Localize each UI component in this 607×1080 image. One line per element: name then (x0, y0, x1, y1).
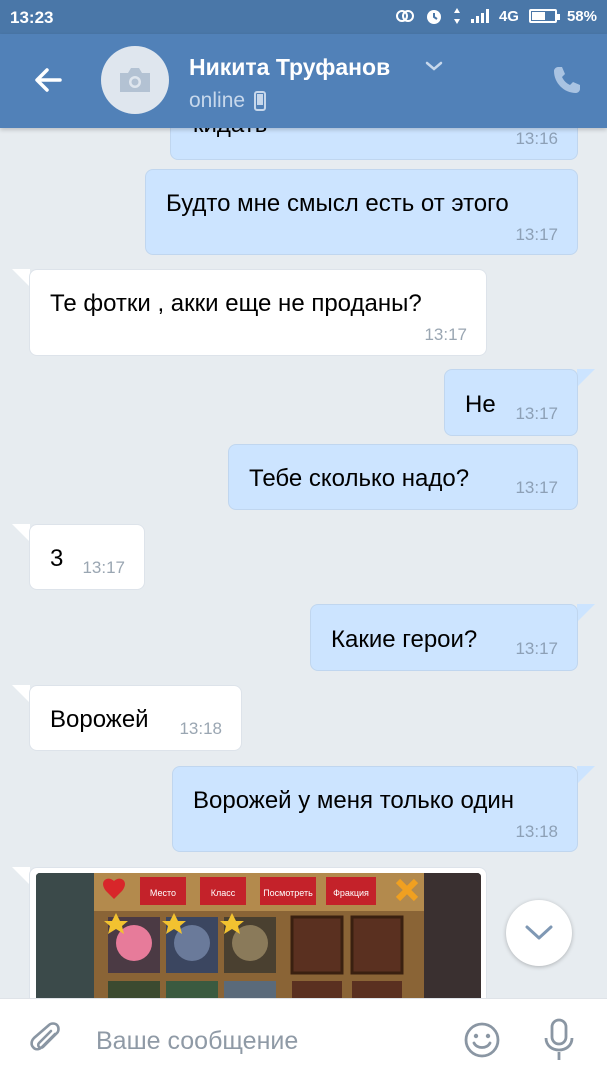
game-tab-view: Посмотреть (263, 888, 313, 898)
message-bubble-incoming[interactable]: Ворожей 13:18 (29, 685, 242, 751)
message-bubble-outgoing[interactable]: Ворожей у меня только один 13:18 (172, 766, 578, 852)
status-bar: 13:23 4G 58% (0, 0, 607, 34)
message-time: 13:17 (515, 404, 558, 423)
game-tab-place: Место (150, 888, 176, 898)
bubble-tail (12, 269, 30, 287)
avatar[interactable] (101, 46, 169, 114)
game-tab-faction: Фракция (333, 888, 369, 898)
camera-icon (120, 68, 150, 92)
message-time: 13:17 (82, 558, 125, 577)
alarm-icon (426, 10, 441, 24)
paperclip-icon[interactable] (28, 1021, 66, 1059)
microphone-icon[interactable] (542, 1018, 576, 1062)
message-text: Те фотки , акки еще не проданы? (50, 290, 422, 317)
network-type: 4G (498, 7, 519, 25)
message-bubble-outgoing[interactable]: Не 13:17 (444, 369, 578, 436)
chevron-down-icon (525, 925, 553, 940)
message-time: 13:16 (515, 129, 558, 148)
message-input[interactable] (96, 1021, 436, 1061)
bubble-tail (12, 867, 30, 885)
message-bubble-incoming[interactable]: 3 13:17 (29, 524, 145, 590)
status-time: 13:23 (10, 8, 54, 27)
message-time: 13:17 (515, 225, 558, 244)
signal-icon (470, 9, 489, 23)
chevron-down-icon[interactable] (425, 59, 443, 73)
scroll-down-button[interactable] (506, 900, 572, 966)
game-screenshot-image[interactable]: Место Класс Посмотреть Фракция (36, 873, 481, 998)
message-text: Ворожей у меня только один (193, 787, 515, 814)
bubble-tail (577, 766, 595, 784)
bubble-tail (12, 524, 30, 542)
status-icons: 4G 58% (395, 7, 597, 25)
data-arrows-icon (453, 8, 460, 24)
message-list[interactable]: кидать 13:16 Будто мне смысл есть от это… (0, 128, 607, 998)
message-text: Какие герои? (331, 626, 478, 653)
message-time: 13:18 (515, 822, 558, 841)
message-text: 3 (50, 545, 64, 572)
phone-icon[interactable] (551, 64, 583, 96)
online-status: online (189, 89, 246, 112)
contact-status: online (189, 89, 267, 113)
mobile-phone-icon (254, 91, 267, 111)
message-composer (0, 998, 607, 1080)
message-time: 13:18 (179, 719, 222, 738)
message-time: 13:17 (424, 325, 467, 344)
message-bubble-incoming[interactable]: Те фотки , акки еще не проданы? 13:17 (29, 269, 487, 356)
arrow-left-icon[interactable] (30, 62, 66, 98)
message-bubble-outgoing[interactable]: Какие герои? 13:17 (310, 604, 578, 671)
bubble-tail (577, 604, 595, 622)
chat-header: Никита Труфанов online (0, 34, 607, 128)
smile-icon[interactable] (463, 1021, 501, 1059)
message-bubble-outgoing[interactable]: кидать 13:16 (170, 128, 578, 160)
battery-icon (528, 9, 560, 23)
message-bubble-outgoing[interactable]: Тебе сколько надо? 13:17 (228, 444, 578, 510)
message-time: 13:17 (515, 478, 558, 497)
message-time: 13:17 (515, 639, 558, 658)
message-bubble-outgoing[interactable]: Будто мне смысл есть от этого 13:17 (145, 169, 578, 255)
message-text: Ворожей (50, 706, 149, 733)
contact-name[interactable]: Никита Труфанов (189, 54, 390, 81)
bubble-tail (577, 369, 595, 387)
message-text: кидать (193, 128, 267, 139)
message-text: Будто мне смысл есть от этого (166, 190, 509, 217)
battery-percent: 58% (566, 7, 597, 25)
link-icon (395, 10, 414, 22)
message-text: Не (465, 391, 496, 418)
bubble-tail (12, 685, 30, 703)
message-text: Тебе сколько надо? (249, 465, 470, 492)
game-tab-class: Класс (211, 888, 236, 898)
